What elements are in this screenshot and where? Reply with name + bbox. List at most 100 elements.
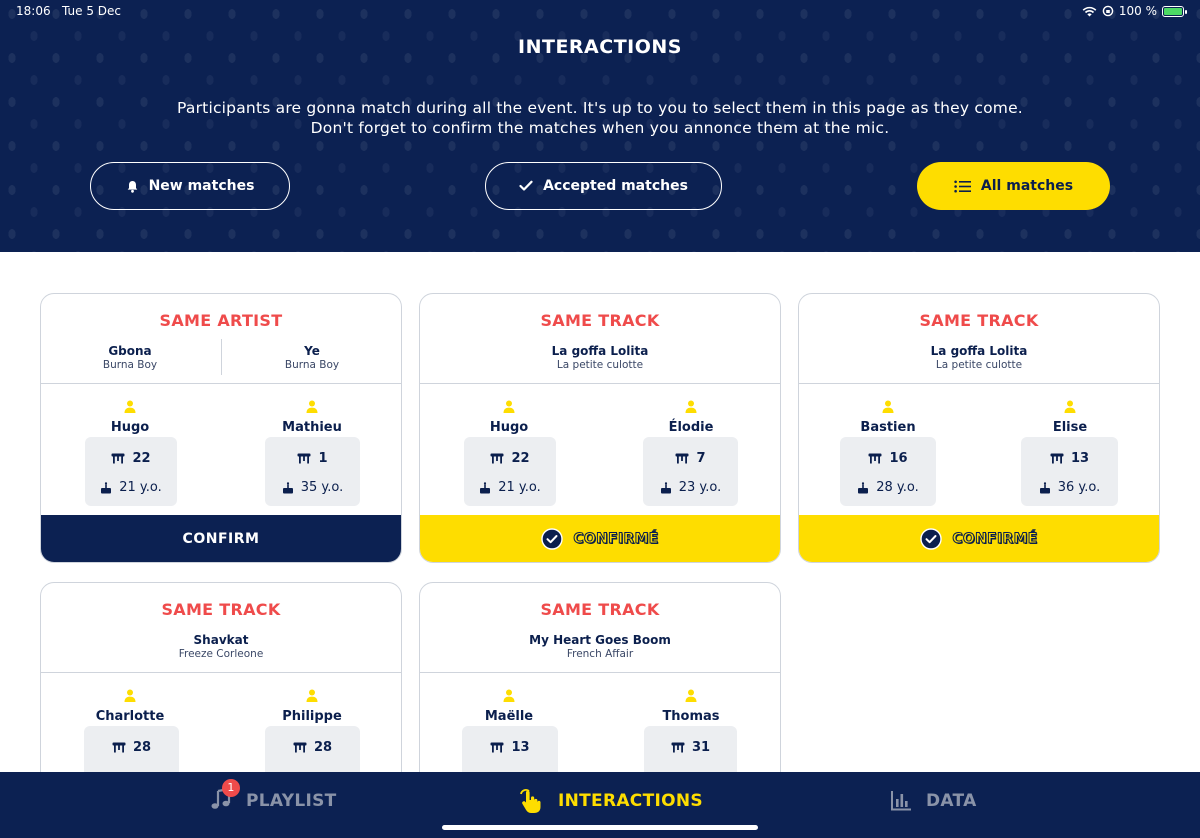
all-matches-button[interactable]: All matches (917, 162, 1110, 210)
age-row: 23 y.o. (643, 480, 738, 495)
participant-left: Bastien (843, 398, 933, 435)
person-icon (124, 400, 136, 413)
table-row: 31 (644, 740, 737, 755)
battery-percent: 100 % (1118, 4, 1157, 18)
track: Shavkat Freeze Corleone (41, 633, 401, 660)
table-row: 28 (265, 740, 360, 755)
table-number: 28 (313, 740, 333, 755)
participant-left: Maëlle (464, 687, 554, 724)
track-title: My Heart Goes Boom (529, 633, 671, 647)
person-icon (124, 689, 136, 702)
tab-interactions-label: INTERACTIONS (558, 791, 703, 811)
accepted-matches-button[interactable]: Accepted matches (485, 162, 722, 210)
table-number: 28 (132, 740, 152, 755)
track-divider (221, 339, 222, 375)
card-divider (41, 383, 401, 384)
confirmed-label: CONFIRMÉ (573, 530, 659, 547)
new-matches-button[interactable]: New matches (90, 162, 290, 210)
check-circle-icon (920, 527, 943, 550)
table-number: 7 (696, 451, 706, 466)
participant-stats: 22 21 y.o. (464, 437, 556, 506)
participant-stats: 7 23 y.o. (643, 437, 738, 506)
page-title: INTERACTIONS (518, 36, 682, 58)
participant-left: Hugo (464, 398, 554, 435)
all-matches-label: All matches (980, 178, 1074, 194)
track: La goffa Lolita La petite culotte (799, 344, 1159, 371)
table-row: 16 (840, 451, 936, 466)
participant-age: 23 y.o. (678, 480, 722, 495)
person-icon (503, 400, 515, 413)
tab-interactions[interactable]: INTERACTIONS (518, 786, 703, 816)
bell-icon (127, 180, 137, 193)
track-left: Gbona Burna Boy (59, 344, 201, 371)
person-icon (306, 400, 318, 413)
confirmed-status[interactable]: CONFIRMÉ (420, 515, 780, 562)
list-icon (954, 180, 971, 192)
table-row: 7 (643, 451, 738, 466)
card-divider (41, 672, 401, 673)
clock: 18:06 (16, 4, 51, 18)
confirm-label: CONFIRM (182, 530, 260, 547)
age-row: 35 y.o. (265, 480, 360, 495)
participant-age: 28 y.o. (876, 480, 919, 495)
music-note-icon-wrap: 1 (210, 778, 240, 815)
track-artist: Burna Boy (284, 359, 340, 371)
participant-name: Hugo (110, 420, 150, 435)
table-row: 28 (84, 740, 179, 755)
track-title: Ye (304, 344, 320, 358)
table-number: 22 (511, 451, 530, 466)
track-title: La goffa Lolita (551, 344, 649, 358)
home-indicator[interactable] (442, 825, 758, 830)
tab-data[interactable]: DATA (890, 786, 977, 816)
track-title: La goffa Lolita (930, 344, 1028, 358)
table-number: 13 (1070, 451, 1090, 466)
intro-line-1: Participants are gonna match during all … (177, 99, 1023, 117)
track-artist: La petite culotte (556, 359, 644, 371)
person-icon (882, 400, 894, 413)
cake-icon (101, 481, 112, 493)
table-icon (297, 453, 311, 464)
participant-name: Élodie (668, 420, 714, 435)
confirm-button[interactable]: CONFIRM (41, 515, 401, 562)
match-card: SAME ARTIST Gbona Burna Boy Ye Burna Boy… (40, 293, 402, 563)
track: My Heart Goes Boom French Affair (420, 633, 780, 660)
card-divider (799, 383, 1159, 384)
track-artist: Burna Boy (102, 359, 158, 371)
participant-age: 35 y.o. (300, 480, 344, 495)
table-row: 22 (464, 451, 556, 466)
track: La goffa Lolita La petite culotte (420, 344, 780, 371)
track-artist: La petite culotte (935, 359, 1023, 371)
table-number: 1 (318, 451, 328, 466)
participant-name: Thomas (662, 709, 720, 724)
table-icon (675, 453, 689, 464)
participant-stats: 1 35 y.o. (265, 437, 360, 506)
status-time: 18:06 Tue 5 Dec (16, 4, 121, 18)
table-icon (490, 742, 504, 753)
participant-age: 21 y.o. (119, 480, 162, 495)
match-type: SAME TRACK (919, 311, 1039, 330)
tab-data-label: DATA (926, 791, 977, 811)
participant-right: Elise (1025, 398, 1115, 435)
participant-age: 36 y.o. (1057, 480, 1101, 495)
confirmed-status[interactable]: CONFIRMÉ (799, 515, 1159, 562)
cake-icon (1039, 481, 1050, 493)
participant-name: Philippe (282, 709, 342, 724)
track-title: Gbona (108, 344, 152, 358)
participant-right: Mathieu (267, 398, 357, 435)
confirmed-label: CONFIRMÉ (952, 530, 1038, 547)
participant-stats: 22 21 y.o. (85, 437, 177, 506)
tab-playlist[interactable]: 1 PLAYLIST (210, 778, 337, 816)
table-number: 16 (889, 451, 908, 466)
cake-icon (480, 481, 491, 493)
person-icon (503, 689, 515, 702)
intro-line-2: Don't forget to confirm the matches when… (310, 119, 890, 137)
intro-text: Participants are gonna match during all … (0, 98, 1200, 138)
tap-hand-icon (520, 789, 541, 813)
cake-icon (660, 481, 671, 493)
age-row: 28 y.o. (840, 480, 936, 495)
participant-name: Maëlle (484, 709, 534, 724)
card-divider (420, 383, 780, 384)
participant-age: 21 y.o. (498, 480, 541, 495)
table-row: 22 (85, 451, 177, 466)
match-card: SAME TRACK La goffa Lolita La petite cul… (419, 293, 781, 563)
